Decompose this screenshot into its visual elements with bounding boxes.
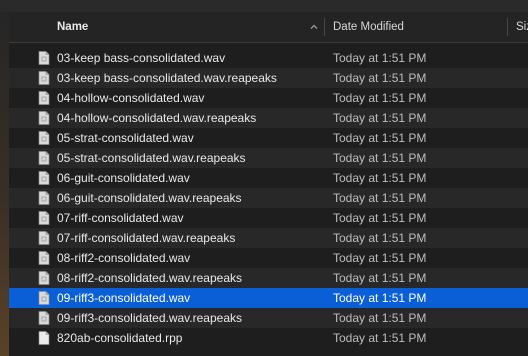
- file-name: 06-guit-consolidated.wav.reapeaks: [57, 191, 242, 205]
- file-row[interactable]: 820ab-consolidated.rpp Today at 1:51 PM: [9, 328, 528, 348]
- document-icon: [38, 111, 50, 125]
- column-divider[interactable]: [324, 18, 325, 36]
- file-date-modified: Today at 1:51 PM: [333, 191, 427, 205]
- file-name: 08-riff2-consolidated.wav: [57, 251, 191, 265]
- document-icon: [38, 291, 50, 305]
- chevron-up-icon[interactable]: [308, 21, 320, 33]
- document-icon: [38, 131, 50, 145]
- file-date-modified: Today at 1:51 PM: [333, 91, 427, 105]
- file-row[interactable]: 08-riff2-consolidated.wav Today at 1:51 P…: [9, 248, 528, 268]
- file-list: 03-keep bass-consolidated.wav Today at 1:…: [9, 48, 528, 348]
- file-date-modified: Today at 1:51 PM: [333, 71, 427, 85]
- file-name: 09-riff3-consolidated.wav.reapeaks: [57, 311, 242, 325]
- file-row[interactable]: 03-keep bass-consolidated.wav.reapeaks To…: [9, 68, 528, 88]
- file-name: 05-strat-consolidated.wav.reapeaks: [57, 151, 246, 165]
- document-icon: [38, 251, 50, 265]
- file-date-modified: Today at 1:51 PM: [333, 231, 427, 245]
- file-date-modified: Today at 1:51 PM: [333, 111, 427, 125]
- file-date-modified: Today at 1:51 PM: [333, 331, 427, 345]
- file-row[interactable]: 09-riff3-consolidated.wav.reapeaks Today …: [9, 308, 528, 328]
- document-icon: [38, 151, 50, 165]
- file-date-modified: Today at 1:51 PM: [333, 271, 427, 285]
- file-name: 05-strat-consolidated.wav: [57, 131, 194, 145]
- file-row[interactable]: 06-guit-consolidated.wav.reapeaks Today a…: [9, 188, 528, 208]
- file-row[interactable]: 04-hollow-consolidated.wav.reapeaks Today…: [9, 108, 528, 128]
- file-date-modified: Today at 1:51 PM: [333, 131, 427, 145]
- file-date-modified: Today at 1:51 PM: [333, 311, 427, 325]
- document-icon: [38, 231, 50, 245]
- file-name: 07-riff-consolidated.wav.reapeaks: [57, 231, 236, 245]
- document-icon: [38, 91, 50, 105]
- sidebar-edge: [0, 12, 9, 356]
- file-name: 09-riff3-consolidated.wav: [57, 291, 191, 305]
- document-icon: [38, 191, 50, 205]
- file-name: 04-hollow-consolidated.wav.reapeaks: [57, 111, 257, 125]
- column-divider[interactable]: [507, 18, 508, 36]
- document-icon: [38, 331, 50, 345]
- file-name: 06-guit-consolidated.wav: [57, 171, 190, 185]
- file-date-modified: Today at 1:51 PM: [333, 211, 427, 225]
- file-date-modified: Today at 1:51 PM: [333, 171, 427, 185]
- file-row[interactable]: 06-guit-consolidated.wav Today at 1:51 PM: [9, 168, 528, 188]
- file-row[interactable]: 07-riff-consolidated.wav Today at 1:51 PM: [9, 208, 528, 228]
- file-date-modified: Today at 1:51 PM: [333, 51, 427, 65]
- document-icon: [38, 311, 50, 325]
- column-header-size[interactable]: Siz: [516, 12, 528, 42]
- file-name: 820ab-consolidated.rpp: [57, 331, 183, 345]
- file-row[interactable]: 05-strat-consolidated.wav Today at 1:51 P…: [9, 128, 528, 148]
- file-name: 03-keep bass-consolidated.wav.reapeaks: [57, 71, 277, 85]
- document-icon: [38, 51, 50, 65]
- file-name: 08-riff2-consolidated.wav.reapeaks: [57, 271, 242, 285]
- file-row[interactable]: 03-keep bass-consolidated.wav Today at 1:…: [9, 48, 528, 68]
- column-header-date-modified[interactable]: Date Modified: [333, 12, 404, 42]
- file-name: 03-keep bass-consolidated.wav: [57, 51, 226, 65]
- column-header-bar: Name Date Modified Siz: [9, 12, 528, 43]
- file-date-modified: Today at 1:51 PM: [333, 291, 427, 305]
- column-header-name[interactable]: Name: [57, 12, 88, 42]
- file-row[interactable]: 09-riff3-consolidated.wav Today at 1:51 P…: [9, 288, 528, 308]
- document-icon: [38, 271, 50, 285]
- document-icon: [38, 171, 50, 185]
- file-row[interactable]: 05-strat-consolidated.wav.reapeaks Today …: [9, 148, 528, 168]
- file-row[interactable]: 07-riff-consolidated.wav.reapeaks Today a…: [9, 228, 528, 248]
- document-icon: [38, 211, 50, 225]
- document-icon: [38, 71, 50, 85]
- file-row[interactable]: 04-hollow-consolidated.wav Today at 1:51 …: [9, 88, 528, 108]
- file-date-modified: Today at 1:51 PM: [333, 251, 427, 265]
- file-date-modified: Today at 1:51 PM: [333, 151, 427, 165]
- file-name: 04-hollow-consolidated.wav: [57, 91, 205, 105]
- file-row[interactable]: 08-riff2-consolidated.wav.reapeaks Today …: [9, 268, 528, 288]
- file-name: 07-riff-consolidated.wav: [57, 211, 184, 225]
